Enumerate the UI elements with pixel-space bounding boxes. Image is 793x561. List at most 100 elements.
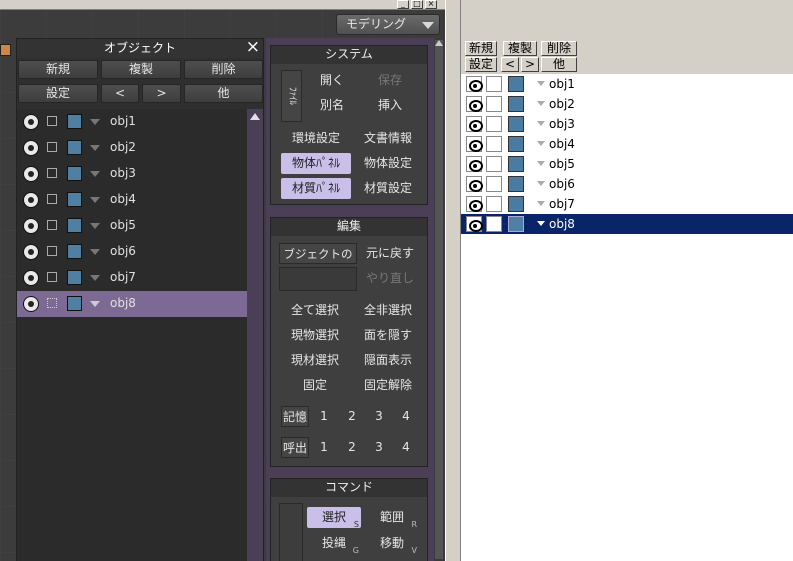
lock-checkbox[interactable] — [486, 216, 502, 232]
list-item[interactable]: obj4 — [461, 134, 793, 154]
next-object-button[interactable]: > — [142, 84, 181, 103]
select-current-object-button[interactable]: 現物選択 — [281, 325, 349, 346]
lock-checkbox[interactable] — [47, 246, 57, 256]
recall-slot-2[interactable]: 2 — [341, 437, 363, 458]
eye-icon[interactable] — [23, 218, 39, 234]
collapse-icon[interactable] — [537, 181, 545, 186]
list-item[interactable]: obj3 — [461, 114, 793, 134]
list-item[interactable]: obj5 — [17, 213, 247, 239]
color-swatch[interactable] — [508, 176, 524, 192]
eye-icon[interactable] — [466, 96, 483, 112]
new-object-button[interactable]: 新規 — [465, 41, 497, 56]
close-button[interactable]: × — [425, 0, 437, 9]
lock-checkbox[interactable] — [47, 142, 57, 152]
prev-object-button[interactable]: < — [101, 84, 139, 103]
next-object-button[interactable]: > — [521, 57, 539, 72]
eye-icon[interactable] — [466, 76, 483, 92]
color-swatch[interactable] — [67, 192, 82, 207]
scroll-up-icon[interactable] — [250, 113, 260, 120]
recall-slot-1[interactable]: 1 — [313, 437, 335, 458]
collapse-icon[interactable] — [537, 161, 545, 166]
deselect-all-button[interactable]: 全非選択 — [357, 300, 419, 321]
prev-object-button[interactable]: < — [501, 57, 519, 72]
lock-checkbox[interactable] — [486, 136, 502, 152]
color-swatch[interactable] — [67, 166, 82, 181]
eye-icon[interactable] — [23, 270, 39, 286]
lock-checkbox[interactable] — [486, 116, 502, 132]
fix-button[interactable]: 固定 — [281, 375, 349, 396]
lock-checkbox[interactable] — [486, 196, 502, 212]
eye-icon[interactable] — [23, 114, 39, 130]
list-item[interactable]: obj6 — [17, 239, 247, 265]
collapse-icon[interactable] — [90, 275, 100, 281]
color-swatch[interactable] — [508, 136, 524, 152]
range-command-button[interactable]: 範囲 R — [365, 507, 419, 529]
delete-object-button[interactable]: 削除 — [184, 60, 263, 79]
collapse-icon[interactable] — [537, 101, 545, 106]
object-panel-toggle[interactable]: 物体ﾊﾟﾈﾙ — [281, 153, 351, 174]
recall-slot-3[interactable]: 3 — [368, 437, 390, 458]
collapse-icon[interactable] — [90, 171, 100, 177]
eye-icon[interactable] — [23, 244, 39, 260]
list-item[interactable]: obj4 — [17, 187, 247, 213]
file-tab[interactable]: ﾌｧｲﾙ — [281, 70, 302, 122]
lock-checkbox[interactable] — [47, 220, 57, 230]
select-command-button[interactable]: 選択 S — [307, 507, 361, 529]
lock-checkbox[interactable] — [47, 168, 57, 178]
close-icon[interactable]: × — [246, 38, 260, 57]
new-object-button[interactable]: 新規 — [18, 60, 98, 79]
hide-face-button[interactable]: 面を隠す — [357, 325, 419, 346]
eye-icon[interactable] — [23, 192, 39, 208]
mode-select[interactable]: モデリング — [336, 14, 440, 35]
memory-slot-1[interactable]: 1 — [313, 406, 335, 427]
lock-checkbox[interactable] — [47, 116, 57, 126]
lock-checkbox[interactable] — [486, 76, 502, 92]
scroll-up-icon[interactable] — [435, 40, 443, 46]
document-info-button[interactable]: 文書情報 — [357, 128, 419, 149]
material-panel-toggle[interactable]: 材質ﾊﾟﾈﾙ — [281, 178, 351, 199]
lock-checkbox[interactable] — [47, 194, 57, 204]
memory-slot-4[interactable]: 4 — [395, 406, 417, 427]
lock-checkbox[interactable] — [486, 176, 502, 192]
color-swatch[interactable] — [67, 140, 82, 155]
redo-button[interactable]: やり直し — [361, 268, 419, 289]
other-button[interactable]: 他 — [184, 84, 263, 103]
open-button[interactable]: 開く — [311, 70, 353, 91]
undo-history-field[interactable] — [279, 267, 357, 291]
color-swatch[interactable] — [67, 218, 82, 233]
undo-button[interactable]: 元に戻す — [361, 243, 419, 264]
duplicate-object-button[interactable]: 複製 — [503, 41, 537, 56]
insert-button[interactable]: 挿入 — [363, 95, 417, 116]
move-command-button[interactable]: 移動 V — [365, 533, 419, 555]
list-item-selected[interactable]: obj8 — [461, 214, 793, 234]
lock-checkbox[interactable] — [486, 96, 502, 112]
select-all-button[interactable]: 全て選択 — [281, 300, 349, 321]
collapse-icon[interactable] — [90, 197, 100, 203]
recall-slot-4[interactable]: 4 — [395, 437, 417, 458]
eye-icon[interactable] — [23, 296, 39, 312]
color-swatch[interactable] — [508, 216, 524, 232]
collapse-icon[interactable] — [90, 301, 100, 307]
object-settings-button[interactable]: 物体設定 — [357, 153, 419, 174]
unfix-button[interactable]: 固定解除 — [357, 375, 419, 396]
color-swatch[interactable] — [67, 270, 82, 285]
eye-icon[interactable] — [466, 116, 483, 132]
lock-checkbox[interactable] — [47, 272, 57, 282]
lasso-command-button[interactable]: 投縄 G — [307, 533, 361, 555]
color-swatch[interactable] — [67, 114, 82, 129]
duplicate-object-button[interactable]: 複製 — [101, 60, 181, 79]
memory-slot-3[interactable]: 3 — [368, 406, 390, 427]
list-item[interactable]: obj5 — [461, 154, 793, 174]
window-divider[interactable] — [445, 0, 461, 561]
collapse-icon[interactable] — [90, 223, 100, 229]
list-item[interactable]: obj6 — [461, 174, 793, 194]
list-item[interactable]: obj7 — [461, 194, 793, 214]
collapse-icon[interactable] — [90, 119, 100, 125]
eye-icon[interactable] — [23, 166, 39, 182]
list-item-selected[interactable]: obj8 — [17, 291, 247, 317]
show-hidden-button[interactable]: 隠面表示 — [357, 350, 419, 371]
list-item[interactable]: obj7 — [17, 265, 247, 291]
maximize-button[interactable]: □ — [411, 0, 423, 9]
list-item[interactable]: obj3 — [17, 161, 247, 187]
list-item[interactable]: obj2 — [17, 135, 247, 161]
